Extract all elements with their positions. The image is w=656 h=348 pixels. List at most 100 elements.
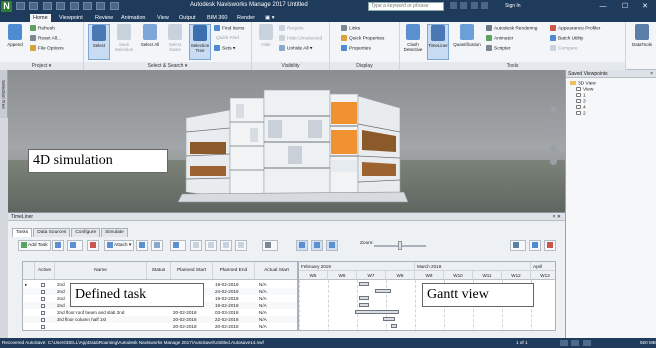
select-button[interactable]: Select [88,24,110,60]
actual-start-cell[interactable]: N/A [259,309,297,316]
appearance-profiler-button[interactable]: Appearance Profiler [550,25,600,33]
planned-start-cell[interactable]: 20-02-2018 [173,316,213,323]
viewpoint-item[interactable]: 2 [570,111,656,117]
minimize-button[interactable]: — [592,1,614,12]
new-file-icon[interactable] [16,2,25,10]
active-checkbox[interactable] [41,309,53,316]
column-header-planned-end[interactable]: Planned End [213,262,255,279]
gantt-task-bar[interactable] [383,317,395,321]
planned-end-cell[interactable]: 20-02-2018 [215,323,255,330]
redo-icon[interactable] [82,2,92,10]
progress-icon[interactable] [571,340,580,346]
find-items-button[interactable]: Find Items [214,25,244,33]
reset-all-button[interactable]: Reset All... [30,35,61,43]
zoom-icon[interactable] [550,132,557,139]
active-checkbox[interactable] [41,295,53,302]
selection-tree-side-tab[interactable]: Selection Tree [0,70,8,118]
gantt-task-bar[interactable] [391,324,397,328]
clash-detective-button[interactable]: Clash Detective [402,24,424,60]
close-window-button[interactable]: ✕ [634,1,656,12]
gantt-view-3-button[interactable] [326,240,338,251]
refresh-icon[interactable] [109,2,119,10]
selection-tree-button[interactable]: Selection Tree [189,24,211,60]
tab-extra-menu[interactable]: ▣ ▾ [262,14,278,22]
planned-end-cell[interactable]: 22-02-2018 [215,316,255,323]
filter-dropdown-button[interactable] [510,240,526,251]
group-project-label[interactable]: Project ▾ [0,62,83,70]
actual-start-cell[interactable]: N/A [259,302,297,309]
close-icon[interactable]: × ✕ [553,213,562,221]
require-button[interactable]: Require [279,25,304,33]
tab-home[interactable]: Home [30,14,51,22]
3d-viewport[interactable]: 4D simulation [8,70,565,212]
actual-start-cell[interactable]: N/A [259,281,297,288]
column-header-active[interactable]: Active [35,262,55,279]
select-icon[interactable] [96,2,106,10]
tab-animation[interactable]: Animation [118,14,148,22]
tab-view[interactable]: View [154,14,172,22]
help-search-input[interactable]: Type a keyword or phrase [368,2,444,11]
table-row[interactable]: 2nd floor roof beam and slab 2nd 20-02-20… [23,309,297,316]
auto-add-tasks-button[interactable] [67,240,83,251]
actual-start-cell[interactable]: N/A [259,288,297,295]
select-all-button[interactable]: Select All [139,24,161,60]
planned-end-cell[interactable]: 19-02-2018 [215,295,255,302]
quick-properties-button[interactable]: Quick Properties [341,35,384,43]
maximize-button[interactable]: ☐ [614,1,636,12]
column-header-planned-start[interactable]: Planned Start [171,262,213,279]
pan-icon[interactable] [550,119,557,126]
open-file-icon[interactable] [29,2,39,10]
table-row[interactable]: 20-02-2018 20-02-2018 N/A [23,323,297,330]
datatools-button[interactable]: DataTools [629,24,655,60]
user-icon[interactable] [460,2,468,9]
tab-viewpoint[interactable]: Viewpoint [56,14,86,22]
filter-button[interactable] [170,240,186,251]
active-checkbox[interactable] [41,281,53,288]
close-icon[interactable]: × [650,70,653,78]
quantification-button[interactable]: Quantification [453,24,481,60]
active-checkbox[interactable] [41,302,53,309]
app-logo[interactable]: N [1,1,12,12]
actual-start-cell[interactable]: N/A [259,295,297,302]
tab-simulate[interactable]: Simulate [101,228,128,237]
print-icon[interactable] [56,2,66,10]
active-checkbox[interactable] [41,288,53,295]
planned-end-cell[interactable]: 19-02-2018 [215,302,255,309]
move-down-button[interactable] [235,240,247,251]
memory-icon[interactable] [582,340,591,346]
delete-task-button[interactable] [87,240,99,251]
batch-utility-button[interactable]: Batch Utility [550,35,583,43]
steering-wheel-icon[interactable] [550,106,557,113]
tab-review[interactable]: Review [92,14,116,22]
tab-configure[interactable]: Configure [71,228,101,237]
column-header-status[interactable]: Status [147,262,171,279]
sign-in-link[interactable]: Sign In [505,3,521,9]
properties-button[interactable]: Properties [341,45,371,53]
gantt-task-bar[interactable] [359,296,369,300]
settings-button[interactable] [544,240,556,251]
look-icon[interactable] [550,158,557,165]
zoom-slider-thumb[interactable] [398,241,402,250]
tab-data-sources[interactable]: Data Sources [33,228,71,237]
append-button[interactable]: Append [4,24,26,60]
task-name-cell[interactable]: 3rd floor column half 1st [57,316,147,323]
reset-button[interactable] [151,240,163,251]
gantt-task-bar[interactable] [355,310,399,314]
hide-button[interactable]: Hide [255,24,277,60]
undo-icon[interactable] [69,2,79,10]
column-header-actual-start[interactable]: Actual Start [255,262,297,279]
move-up-button[interactable] [220,240,232,251]
scripter-button[interactable]: Scripter [486,45,511,53]
save-selection-button[interactable]: Save Selection [113,24,135,60]
animator-button[interactable]: Animator [486,35,513,43]
timeliner-button[interactable]: TimeLiner [427,24,449,60]
planned-end-cell[interactable]: 24-02-2018 [215,288,255,295]
tab-tasks[interactable]: Tasks [12,228,33,237]
save-icon[interactable] [42,2,52,10]
quick-find-input[interactable]: Quick Find [216,35,239,43]
orbit-icon[interactable] [550,145,557,152]
active-checkbox[interactable] [41,323,53,330]
gantt-task-bar[interactable] [359,282,369,286]
attach-button[interactable]: Attach ▾ [104,240,135,251]
active-checkbox[interactable] [41,316,53,323]
